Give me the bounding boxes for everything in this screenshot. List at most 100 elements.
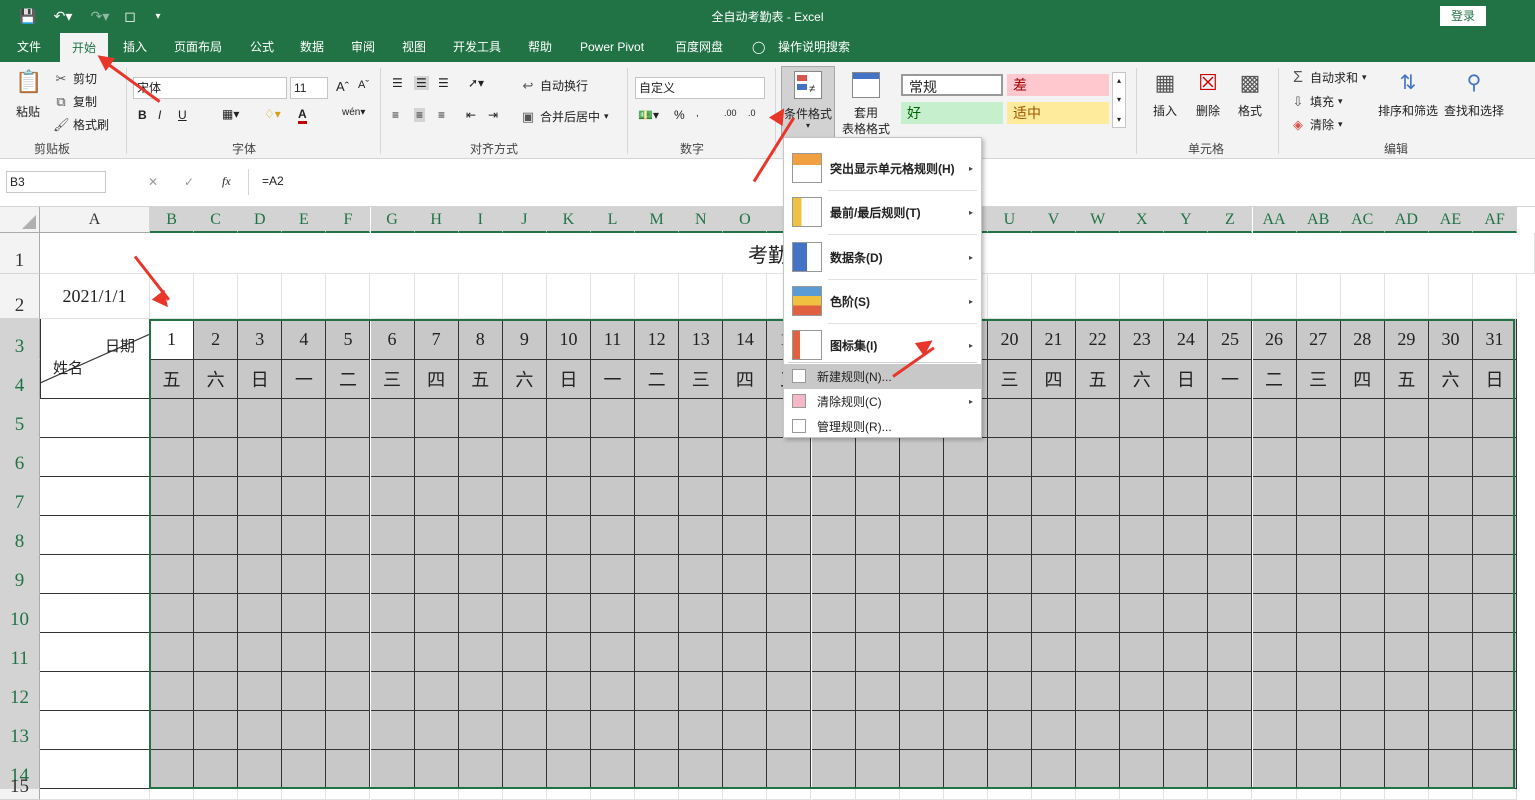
cell[interactable] — [987, 750, 1032, 789]
cell[interactable] — [1340, 555, 1385, 594]
day-cell[interactable]: 23 — [1120, 319, 1165, 360]
row-header[interactable]: 3 — [0, 319, 40, 360]
column-header[interactable]: L — [591, 207, 636, 233]
cell[interactable] — [194, 438, 239, 477]
row-header[interactable]: 1 — [0, 233, 40, 274]
cell[interactable] — [546, 477, 591, 516]
cell[interactable] — [326, 711, 371, 750]
cell[interactable] — [238, 399, 283, 438]
cell[interactable] — [1252, 477, 1297, 516]
weekday-cell[interactable]: 五 — [458, 360, 503, 399]
cell[interactable] — [1208, 711, 1253, 750]
weekday-cell[interactable]: 一 — [1208, 360, 1253, 399]
cell[interactable] — [150, 711, 195, 750]
cell[interactable] — [282, 438, 327, 477]
cell[interactable] — [370, 399, 415, 438]
comma-icon[interactable]: , — [696, 108, 699, 119]
cell[interactable] — [282, 633, 327, 672]
cell[interactable] — [1340, 633, 1385, 672]
cell[interactable] — [326, 594, 371, 633]
cell[interactable] — [635, 399, 680, 438]
cell[interactable] — [1032, 789, 1077, 800]
cell[interactable] — [767, 438, 812, 477]
cell[interactable] — [811, 438, 856, 477]
cell[interactable] — [326, 438, 371, 477]
cell[interactable] — [635, 750, 680, 789]
cell[interactable] — [326, 555, 371, 594]
weekday-cell[interactable]: 日 — [546, 360, 591, 399]
cell[interactable] — [723, 672, 768, 711]
cell[interactable] — [987, 516, 1032, 555]
cell[interactable] — [40, 750, 150, 789]
cell[interactable] — [458, 555, 503, 594]
cell[interactable] — [1296, 555, 1341, 594]
cell[interactable] — [370, 672, 415, 711]
column-header[interactable]: X — [1120, 207, 1165, 233]
cell[interactable] — [1296, 399, 1341, 438]
cell[interactable] — [767, 633, 812, 672]
weekday-cell[interactable]: 六 — [1120, 360, 1165, 399]
cell[interactable] — [855, 594, 900, 633]
menu-item-manage-rules[interactable]: 管理规则(R)... — [784, 414, 981, 439]
column-header[interactable]: F — [326, 207, 371, 233]
cell[interactable] — [811, 672, 856, 711]
cell[interactable] — [150, 438, 195, 477]
cell[interactable] — [414, 555, 459, 594]
column-header[interactable]: AB — [1296, 207, 1341, 233]
cell[interactable] — [414, 750, 459, 789]
cell[interactable] — [414, 438, 459, 477]
cell[interactable] — [1252, 789, 1297, 800]
cell[interactable] — [591, 633, 636, 672]
cell[interactable] — [150, 477, 195, 516]
cell[interactable] — [1208, 594, 1253, 633]
row-header[interactable]: 12 — [0, 672, 40, 711]
cell[interactable] — [723, 711, 768, 750]
cell[interactable] — [414, 477, 459, 516]
cell[interactable] — [679, 555, 724, 594]
cell[interactable] — [458, 789, 503, 800]
cell[interactable] — [1384, 399, 1429, 438]
column-header[interactable]: C — [194, 207, 239, 233]
cell[interactable] — [458, 438, 503, 477]
cell[interactable] — [414, 399, 459, 438]
cell[interactable] — [635, 274, 680, 319]
cell[interactable] — [1252, 672, 1297, 711]
cell[interactable] — [1164, 633, 1209, 672]
row-header[interactable]: 10 — [0, 594, 40, 633]
cell[interactable] — [150, 594, 195, 633]
cell[interactable] — [282, 594, 327, 633]
cell[interactable] — [987, 274, 1032, 319]
cell[interactable] — [1473, 438, 1518, 477]
cell[interactable] — [194, 399, 239, 438]
weekday-cell[interactable]: 五 — [1076, 360, 1121, 399]
column-header[interactable]: V — [1032, 207, 1077, 233]
styles-scroll[interactable]: ▴ ▾ ▾ — [1112, 72, 1126, 128]
worksheet[interactable]: ABCDEFGHIJKLMNOPQRSTUVWXYZAAABACADAEAF12… — [0, 207, 1535, 800]
cell[interactable] — [370, 633, 415, 672]
cell[interactable] — [458, 399, 503, 438]
cell[interactable] — [1428, 477, 1473, 516]
fill-button[interactable]: ⇩ 填充 ▾ — [1290, 93, 1343, 110]
weekday-cell[interactable]: 一 — [591, 360, 636, 399]
find-select-button[interactable]: ⚲ 查找和选择 — [1444, 70, 1504, 119]
cell[interactable] — [635, 594, 680, 633]
cell[interactable] — [238, 789, 283, 800]
style-neutral[interactable]: 适中 — [1007, 102, 1109, 124]
cell[interactable] — [723, 399, 768, 438]
cell[interactable] — [899, 633, 944, 672]
cell[interactable] — [40, 789, 150, 800]
cell[interactable] — [1384, 516, 1429, 555]
day-cell[interactable]: 25 — [1208, 319, 1253, 360]
cell[interactable] — [414, 516, 459, 555]
cell[interactable] — [811, 516, 856, 555]
cell[interactable] — [502, 477, 547, 516]
column-header[interactable]: G — [370, 207, 415, 233]
cell[interactable] — [635, 438, 680, 477]
weekday-cell[interactable]: 四 — [414, 360, 459, 399]
shrink-font-icon[interactable]: Aˇ — [358, 79, 369, 91]
cell[interactable] — [282, 789, 327, 800]
row-header[interactable]: 5 — [0, 399, 40, 438]
cell[interactable] — [855, 438, 900, 477]
format-painter-button[interactable]: 🖌 格式刷 — [53, 116, 109, 133]
cell[interactable] — [767, 672, 812, 711]
